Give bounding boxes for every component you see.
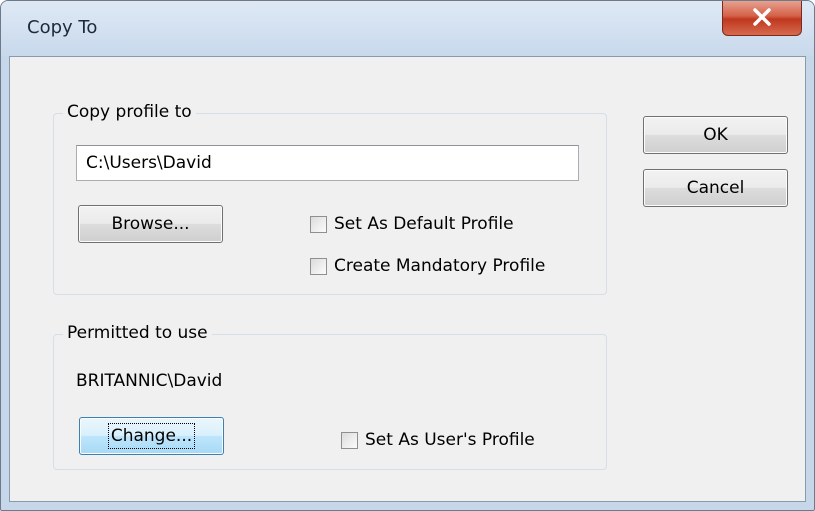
set-user-profile-checkbox[interactable]: Set As User's Profile [341, 430, 535, 450]
change-button[interactable]: Change... [79, 417, 224, 455]
create-mandatory-profile-box[interactable] [310, 257, 327, 275]
browse-button-label: Browse... [111, 214, 190, 234]
create-mandatory-profile-checkbox[interactable]: Create Mandatory Profile [310, 256, 545, 276]
set-user-profile-label: Set As User's Profile [365, 430, 535, 450]
set-default-profile-label: Set As Default Profile [334, 214, 514, 234]
cancel-button-label: Cancel [686, 178, 745, 198]
create-mandatory-profile-label: Create Mandatory Profile [334, 256, 546, 276]
dialog-title: Copy To [27, 17, 98, 38]
browse-button[interactable]: Browse... [78, 205, 223, 243]
copy-to-dialog: Copy To Copy profile to C:\Users\David B… [0, 0, 815, 511]
ok-button[interactable]: OK [643, 116, 788, 154]
permitted-group-label: Permitted to use [63, 323, 212, 343]
permitted-group: Permitted to use BRITANNIC\David Change.… [53, 323, 607, 470]
ok-button-label: OK [703, 125, 728, 145]
set-default-profile-checkbox[interactable]: Set As Default Profile [310, 214, 514, 234]
set-user-profile-box[interactable] [341, 431, 358, 449]
permitted-user: BRITANNIC\David [76, 371, 223, 391]
cancel-button[interactable]: Cancel [643, 169, 788, 207]
copy-profile-group-label: Copy profile to [63, 102, 196, 122]
set-default-profile-box[interactable] [310, 215, 327, 233]
close-icon [753, 8, 771, 26]
copy-profile-group: Copy profile to C:\Users\David Browse...… [53, 102, 607, 295]
change-button-label: Change... [107, 423, 196, 449]
title-bar: Copy To [1, 1, 814, 56]
close-button[interactable] [722, 1, 802, 36]
dialog-client-area: Copy profile to C:\Users\David Browse...… [9, 56, 806, 502]
profile-path-field[interactable]: C:\Users\David [76, 145, 579, 181]
